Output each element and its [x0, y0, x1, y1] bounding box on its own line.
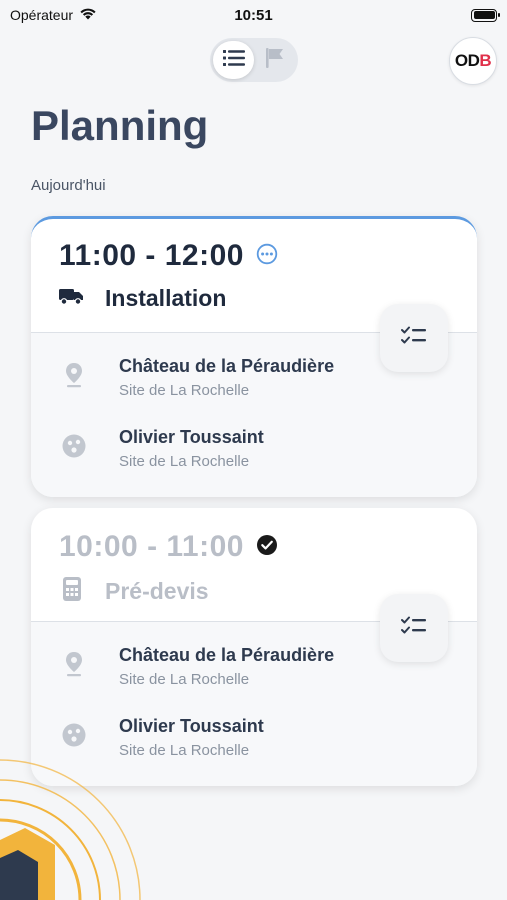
battery-icon	[471, 8, 500, 22]
checklist-button[interactable]	[380, 304, 448, 372]
location-pin-icon	[64, 651, 84, 682]
wifi-icon	[79, 7, 97, 23]
list-icon	[222, 49, 245, 72]
check-circle-icon	[256, 534, 278, 561]
person-name: Olivier Toussaint	[119, 716, 264, 736]
appointment-time: 10:00 - 11:00	[59, 530, 244, 563]
person-icon	[61, 433, 87, 464]
location-name: Château de la Péraudière	[119, 645, 335, 665]
checklist-button[interactable]	[380, 594, 448, 662]
decorative-arcs	[0, 759, 141, 900]
person-row: Olivier Toussaint Site de La Rochelle	[31, 412, 477, 483]
appointment-card[interactable]: 11:00 - 12:00 Installation Château de la…	[31, 216, 477, 497]
person-name: Olivier Toussaint	[119, 427, 264, 447]
carrier-label: Opérateur	[10, 7, 74, 23]
location-site: Site de La Rochelle	[119, 671, 250, 688]
page-title: Planning	[31, 102, 209, 149]
more-icon[interactable]	[256, 243, 278, 270]
avatar[interactable]: OD B	[449, 37, 497, 85]
checklist-icon	[401, 616, 427, 641]
checklist-icon	[401, 326, 427, 351]
location-name: Château de la Péraudière	[119, 356, 335, 376]
flag-icon	[265, 47, 285, 74]
section-label-today: Aujourd'hui	[31, 177, 106, 194]
avatar-text: OD	[454, 51, 480, 70]
view-toggle	[210, 38, 298, 82]
status-left: Opérateur	[10, 7, 97, 23]
avatar-text-accent: B	[479, 51, 492, 70]
status-bar: Opérateur 10:51	[0, 0, 507, 30]
appointment-time: 11:00 - 12:00	[59, 239, 244, 272]
location-site: Site de La Rochelle	[119, 382, 250, 399]
calculator-icon	[59, 576, 85, 607]
truck-icon	[59, 286, 85, 311]
appointment-type: Installation	[105, 285, 227, 311]
flag-view-button[interactable]	[254, 41, 295, 79]
person-site: Site de La Rochelle	[119, 453, 250, 470]
location-pin-icon	[64, 362, 84, 393]
list-view-button[interactable]	[213, 41, 254, 79]
appointment-type: Pré-devis	[105, 578, 209, 604]
